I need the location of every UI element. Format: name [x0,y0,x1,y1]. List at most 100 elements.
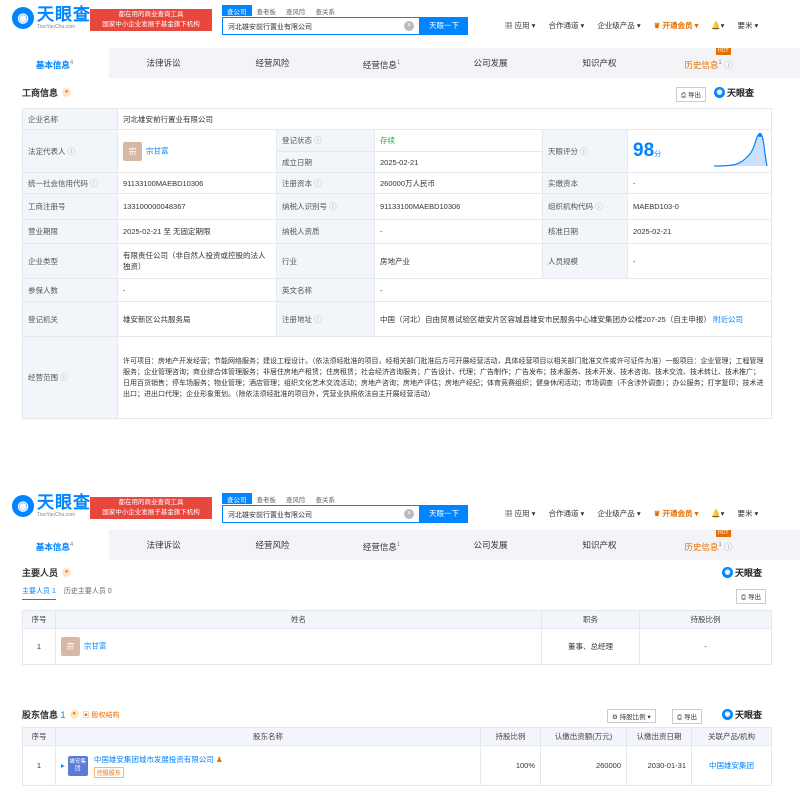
main-tabs: 基本信息4 法律诉讼 经营风险 经营信息1 公司发展 知识产权 历史信息1 ⓘ H… [0,530,800,560]
equity-button[interactable]: ▣ 股权结构 [83,710,120,720]
tab-history[interactable]: 历史信息1 ⓘ HOT [654,48,763,78]
logo[interactable]: ◉ 天眼查 TianYanCha.com [12,6,91,30]
score-cell: 98分 [626,129,773,173]
brand-icon: ◉ [722,709,733,720]
nav-vip[interactable]: ♛ 开通会员 ▾ [654,508,699,519]
label-industry: 行业 [276,243,375,279]
nav-enterprise[interactable]: 企业级产品 ▾ [597,508,640,519]
search-button[interactable]: 天眼一下 [420,505,468,523]
subtab-current[interactable]: 主要人员 1 [22,586,56,600]
info-icon: ● [62,88,72,97]
credit-code: 91133100MAEBD10306 [117,172,277,194]
label-capital: 注册资本 ⓘ [276,172,375,194]
tab-business-risk[interactable]: 经营风险 [218,48,327,78]
screenshot-personnel: ◉ 天眼查 TianYanCha.com 都在用的商业查询工具 国家中小企业发展子基… [0,488,800,809]
promo-banner[interactable]: 都在用的商业查询工具 国家中小企业发展子基金旗下机构 [90,497,212,519]
tab-development[interactable]: 公司发展 [436,530,545,560]
search-tab-boss[interactable]: 查老板 [252,5,282,16]
nav-vip[interactable]: ♛ 开通会员 ▾ [654,20,699,31]
search-button[interactable]: 天眼一下 [420,17,468,35]
holder-cell[interactable]: ▸ 雄安集团 中国雄安集团城市发展投资有限公司 ♟ 控股股东 [55,745,481,786]
person-role: 董事、总经理 [541,628,640,665]
tab-business-info[interactable]: 经营信息1 [327,530,436,560]
bell-icon[interactable]: 🔔▾ [711,21,724,30]
nav-enterprise[interactable]: 企业级产品 ▾ [597,20,640,31]
tab-basic-info[interactable]: 基本信息4 [0,530,109,560]
tab-history[interactable]: 历史信息1 ⓘ HOT [654,530,763,560]
search-tab-boss[interactable]: 查老板 [252,493,282,504]
hot-badge: HOT [716,48,731,55]
label-insured: 参保人数 [22,278,118,302]
label-found: 成立日期 [276,151,375,173]
section-title-shareholders: 股东信息 1 ● ▣ 股权结构 [22,709,120,721]
search-tabs: 查公司 查老板 查风险 查关系 [222,5,340,16]
search-tab-relation[interactable]: 查关系 [311,493,341,504]
person-share: - [639,628,772,665]
insured-count: - [117,278,277,302]
tab-business-risk[interactable]: 经营风险 [218,530,327,560]
section-title-business: 工商信息 ● [22,86,72,99]
search-tab-risk[interactable]: 查风险 [281,493,311,504]
label-tax: 纳税人识别号 ⓘ [276,193,375,220]
nav-apps[interactable]: ▦ 应用 ▾ [505,20,535,31]
col-name: 姓名 [55,610,542,629]
found-date: 2025-02-21 [374,151,543,173]
search-input[interactable]: 河北雄安前行置业有限公司 × [222,17,420,35]
search-tab-relation[interactable]: 查关系 [311,5,341,16]
clear-icon[interactable]: × [404,509,414,519]
authority: 雄安新区公共服务局 [117,301,277,337]
score-curve-icon [713,133,768,167]
nearby-link[interactable]: 附近公司 [713,315,743,324]
top-nav: ▦ 应用 ▾ 合作通道 ▾ 企业级产品 ▾ ♛ 开通会员 ▾ 🔔▾ 要米 ▾ [505,20,771,31]
tab-ip[interactable]: 知识产权 [545,530,654,560]
tab-litigation[interactable]: 法律诉讼 [109,530,218,560]
legal-representative[interactable]: 宗宗甘富 [117,129,277,173]
tab-basic-info[interactable]: 基本信息4 [0,48,109,78]
english-name: - [373,278,773,302]
logo-title: 天眼查 [37,493,91,512]
tax-qualification: - [374,219,543,244]
label-type: 企业类型 [22,243,118,279]
tab-ip[interactable]: 知识产权 [545,48,654,78]
tab-litigation[interactable]: 法律诉讼 [109,48,218,78]
col-amount: 认缴出资额(万元) [540,727,627,746]
header: ◉ 天眼查 TianYanCha.com 都在用的商业查询工具 国家中小企业发展子基… [0,0,800,38]
col-index: 序号 [22,727,56,746]
nav-user[interactable]: 要米 ▾ [737,508,758,519]
clear-icon[interactable]: × [404,21,414,31]
top-nav: ▦ 应用 ▾ 合作通道 ▾ 企业级产品 ▾ ♛ 开通会员 ▾ 🔔▾ 要米 ▾ [505,508,771,519]
tab-business-info[interactable]: 经营信息1 [327,48,436,78]
business-scope: 许可项目：房地产开发经营；节能网络服务；建设工程设计。（依法须经批准的项目，经相… [116,336,773,419]
section-title-personnel: 主要人员 ● [22,566,72,579]
search-tabs: 查公司 查老板 查风险 查关系 [222,493,340,504]
nav-user[interactable]: 要米 ▾ [737,20,758,31]
export-button[interactable]: ⎙ 导出 [672,709,703,724]
main-tabs: 基本信息4 法律诉讼 经营风险 经营信息1 公司发展 知识产权 历史信息1 ⓘ H… [0,48,800,78]
col-share: 持股比例 [639,610,772,629]
expand-icon: ▸ [61,761,65,770]
label-reg: 工商注册号 [22,193,118,220]
holder-org[interactable]: 中国雄安集团 [691,745,772,786]
search-tab-company[interactable]: 查公司 [222,493,252,504]
row-index: 1 [22,628,56,665]
holder-date: 2030-01-31 [626,745,692,786]
nav-apps[interactable]: ▦ 应用 ▾ [505,508,535,519]
export-button[interactable]: ⎙ 导出 [676,87,707,102]
filter-dropdown[interactable]: ⚙ 持股比例 ▾ [607,709,656,723]
logo[interactable]: ◉ 天眼查 TianYanCha.com [12,494,91,518]
logo-subtitle: TianYanCha.com [37,24,76,30]
tab-development[interactable]: 公司发展 [436,48,545,78]
nav-cooperation[interactable]: 合作通道 ▾ [548,508,584,519]
subtab-history[interactable]: 历史主要人员 0 [64,586,112,600]
person-name[interactable]: 宗宗甘富 [55,628,542,665]
promo-banner[interactable]: 都在用的商业查询工具 国家中小企业发展子基金旗下机构 [90,9,212,31]
nav-cooperation[interactable]: 合作通道 ▾ [548,20,584,31]
label-credit: 统一社会信用代码 ⓘ [22,172,118,194]
bell-icon[interactable]: 🔔▾ [711,509,724,518]
company-type: 有限责任公司（非自然人投资或控股的法人独资） [117,243,277,279]
score-value: 98 [633,140,655,161]
export-button[interactable]: ⎙ 导出 [736,589,767,604]
search-input[interactable]: 河北雄安前行置业有限公司 × [222,505,420,523]
search-tab-risk[interactable]: 查风险 [281,5,311,16]
search-tab-company[interactable]: 查公司 [222,5,252,16]
